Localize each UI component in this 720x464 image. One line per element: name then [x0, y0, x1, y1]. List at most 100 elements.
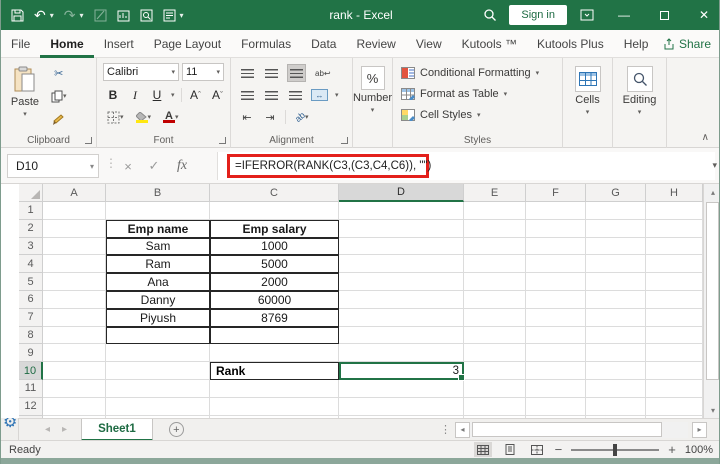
underline-dropdown-icon[interactable]: ▾ — [171, 91, 175, 99]
tab-help[interactable]: Help — [614, 30, 659, 58]
sign-in-button[interactable]: Sign in — [509, 5, 567, 25]
hscroll-right-icon[interactable]: ▸ — [692, 422, 707, 438]
tab-insert[interactable]: Insert — [94, 30, 144, 58]
column-header-G[interactable]: G — [586, 184, 646, 202]
cell-D10-selected[interactable]: 3 — [339, 362, 464, 380]
wrap-text-button[interactable]: ab↩ — [313, 64, 333, 82]
share-button[interactable]: Share — [663, 37, 711, 51]
row-header-2[interactable]: 2 — [19, 220, 43, 238]
grow-font-button[interactable]: Aˆ — [188, 86, 204, 104]
cell-C3[interactable]: 1000 — [210, 238, 339, 256]
align-middle-button[interactable] — [263, 64, 280, 82]
merge-dropdown-icon[interactable]: ▾ — [335, 91, 339, 99]
scroll-up-icon[interactable]: ▴ — [704, 184, 720, 200]
collapse-ribbon-icon[interactable]: ∧ — [702, 132, 709, 143]
name-box[interactable]: D10 ▾ — [7, 154, 99, 178]
increase-indent-button[interactable]: ⇥ — [262, 108, 278, 126]
save-icon[interactable] — [11, 9, 24, 22]
column-header-C[interactable]: C — [210, 184, 339, 202]
horizontal-scroll-thumb[interactable] — [472, 422, 662, 437]
undo-button[interactable]: ↶ — [34, 8, 46, 22]
cell-styles-button[interactable]: Cell Styles▾ — [393, 104, 562, 125]
new-sheet-button[interactable]: + — [169, 422, 184, 437]
row-header-1[interactable]: 1 — [19, 202, 43, 220]
expand-formula-bar-icon[interactable]: ▾ — [712, 160, 717, 171]
vertical-scroll-thumb[interactable] — [706, 202, 719, 380]
alignment-dialog-launcher-icon[interactable] — [341, 137, 348, 144]
page-break-view-icon[interactable] — [528, 442, 546, 457]
merge-center-button[interactable]: ↔ — [311, 89, 328, 101]
format-painter-button[interactable] — [49, 110, 69, 128]
cell-B5[interactable]: Ana — [106, 273, 210, 291]
row-header-5[interactable]: 5 — [19, 273, 43, 291]
cell-B2[interactable]: Emp name — [106, 220, 210, 238]
close-button[interactable]: ✕ — [687, 0, 720, 30]
cell-C5[interactable]: 2000 — [210, 273, 339, 291]
paste-button[interactable]: Paste ▾ — [7, 60, 43, 118]
cell-B3[interactable]: Sam — [106, 238, 210, 256]
shrink-font-button[interactable]: Aˇ — [210, 86, 226, 104]
tab-review[interactable]: Review — [346, 30, 405, 58]
row-header-4[interactable]: 4 — [19, 255, 43, 273]
zoom-in-button[interactable]: + — [668, 442, 676, 457]
font-name-combo[interactable]: Calibri▾ — [103, 63, 179, 81]
fill-color-button[interactable]: ▾ — [134, 108, 154, 126]
borders-button[interactable]: ▾ — [105, 108, 126, 126]
chart-icon[interactable] — [117, 9, 130, 22]
orientation-button[interactable]: ab▾ — [293, 108, 311, 126]
cell-C8[interactable] — [210, 327, 339, 345]
tab-view[interactable]: View — [406, 30, 452, 58]
paste-dropdown-icon[interactable]: ▾ — [23, 110, 27, 118]
row-header-8[interactable]: 8 — [19, 327, 43, 345]
format-as-table-button[interactable]: Format as Table▾ — [393, 83, 562, 104]
font-dialog-launcher-icon[interactable] — [219, 137, 226, 144]
cell-C2[interactable]: Emp salary — [210, 220, 339, 238]
zoom-slider-thumb[interactable] — [613, 444, 617, 456]
name-box-dropdown-icon[interactable]: ▾ — [90, 162, 94, 171]
font-size-combo[interactable]: 11▾ — [182, 63, 224, 81]
column-header-A[interactable]: A — [43, 184, 106, 202]
italic-button[interactable]: I — [127, 86, 143, 104]
page-layout-view-icon[interactable] — [501, 442, 519, 457]
formula-input[interactable]: =IFERROR(RANK(C3,(C3,C4,C6)), "") — [217, 152, 715, 180]
bold-button[interactable]: B — [105, 86, 121, 104]
undo-dropdown-icon[interactable]: ▾ — [50, 11, 54, 20]
column-header-H[interactable]: H — [646, 184, 703, 202]
column-header-B[interactable]: B — [106, 184, 210, 202]
clipboard-dialog-launcher-icon[interactable] — [85, 137, 92, 144]
column-header-E[interactable]: E — [464, 184, 526, 202]
tabbar-splitter[interactable]: ⋮ — [440, 423, 451, 436]
decrease-indent-button[interactable]: ⇤ — [239, 108, 255, 126]
tab-file[interactable]: File — [1, 30, 40, 58]
customize-qat-icon[interactable]: ▾ — [180, 11, 184, 20]
row-header-10[interactable]: 10 — [19, 362, 43, 380]
cell-B6[interactable]: Danny — [106, 291, 210, 309]
tab-data[interactable]: Data — [301, 30, 346, 58]
row-header-7[interactable]: 7 — [19, 309, 43, 327]
align-left-button[interactable] — [239, 86, 256, 104]
column-header-F[interactable]: F — [526, 184, 586, 202]
tab-page-layout[interactable]: Page Layout — [144, 30, 231, 58]
sheet-tab-sheet1[interactable]: Sheet1 — [81, 419, 153, 441]
align-center-button[interactable] — [263, 86, 280, 104]
cell-C6[interactable]: 60000 — [210, 291, 339, 309]
hscroll-left-icon[interactable]: ◂ — [455, 422, 470, 438]
zoom-slider[interactable] — [571, 449, 659, 451]
print-preview-icon[interactable] — [140, 9, 153, 22]
copy-button[interactable]: ▾ — [49, 87, 69, 105]
document-icon[interactable] — [163, 9, 176, 22]
row-header-6[interactable]: 6 — [19, 291, 43, 309]
tab-kutools-plus[interactable]: Kutools Plus — [527, 30, 614, 58]
next-sheet-icon[interactable]: ▸ — [62, 424, 67, 435]
column-header-D[interactable]: D — [339, 184, 464, 202]
maximize-button[interactable] — [647, 0, 681, 30]
row-header-9[interactable]: 9 — [19, 344, 43, 362]
prev-sheet-icon[interactable]: ◂ — [45, 424, 50, 435]
cell-B4[interactable]: Ram — [106, 255, 210, 273]
search-icon[interactable] — [477, 0, 503, 30]
align-top-button[interactable] — [239, 64, 256, 82]
tab-formulas[interactable]: Formulas — [231, 30, 301, 58]
tab-home[interactable]: Home — [40, 30, 93, 58]
horizontal-scrollbar[interactable] — [470, 422, 688, 438]
ribbon-display-options-icon[interactable] — [573, 0, 601, 30]
